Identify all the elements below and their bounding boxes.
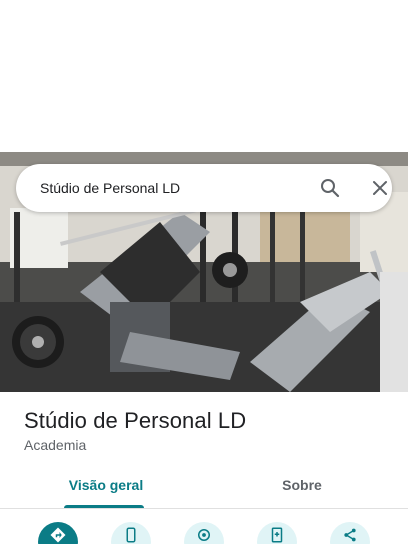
share-icon xyxy=(344,528,356,542)
call-button[interactable] xyxy=(111,522,151,544)
search-input[interactable]: Stúdio de Personal LD xyxy=(40,164,180,212)
tab-divider xyxy=(0,508,408,509)
place-category: Academia xyxy=(24,437,87,453)
save-button[interactable] xyxy=(257,522,297,544)
phone-icon xyxy=(126,527,136,543)
share-button[interactable] xyxy=(330,522,370,544)
search-bar[interactable]: Stúdio de Personal LD xyxy=(16,164,392,212)
directions-icon xyxy=(50,527,66,543)
close-icon[interactable] xyxy=(368,176,392,200)
search-icon[interactable] xyxy=(318,176,342,200)
location-pin-icon xyxy=(198,529,210,541)
tab-about[interactable]: Sobre xyxy=(202,476,402,512)
directions-button[interactable] xyxy=(38,522,78,544)
location-button[interactable] xyxy=(184,522,224,544)
place-title: Stúdio de Personal LD xyxy=(24,408,247,433)
save-icon xyxy=(271,527,283,543)
